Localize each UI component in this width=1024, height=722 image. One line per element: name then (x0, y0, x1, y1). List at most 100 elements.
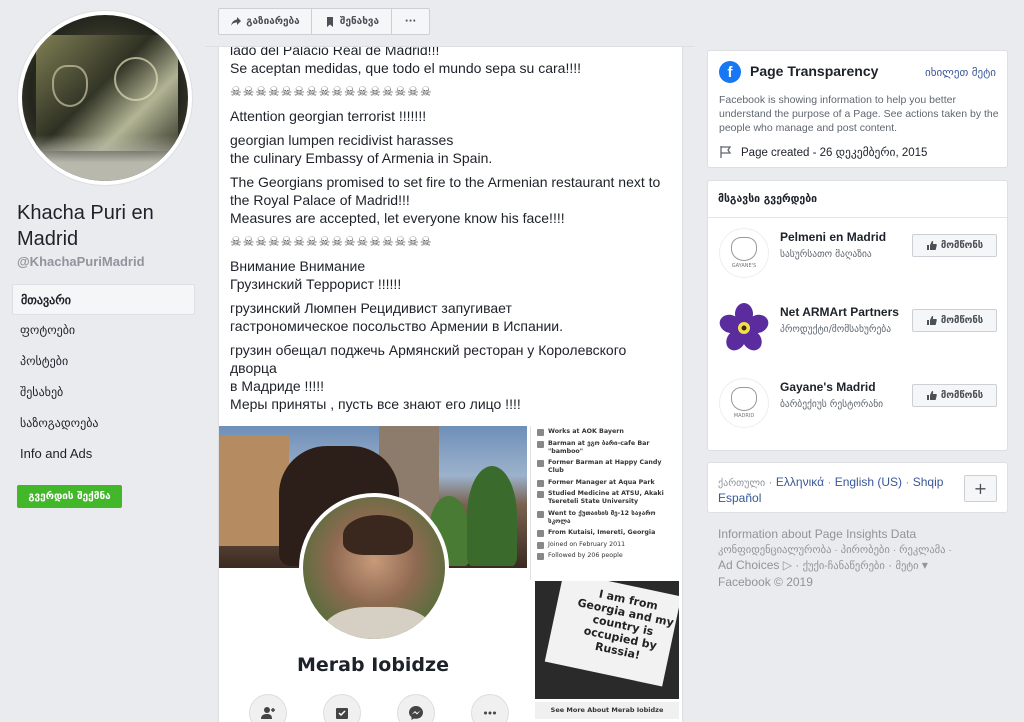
similar-page-name[interactable]: Pelmeni en Madrid (780, 230, 886, 244)
post-line: Attention georgian terrorist !!!!!!! (230, 108, 427, 124)
ad-choices-icon: ▷ (782, 558, 792, 572)
see-more-about-link[interactable]: See More About Merab Iobidze (535, 702, 679, 719)
page-username[interactable]: @KhachaPuriMadrid (17, 254, 145, 269)
work-icon (537, 460, 544, 467)
post-line: Measures are accepted, let everyone know… (230, 210, 565, 226)
post-line: georgian lumpen recidivist harasses (230, 132, 454, 148)
like-button[interactable]: მომწონს (912, 234, 997, 257)
post-photo-profile[interactable]: Merab Iobidze (219, 426, 527, 722)
language-link[interactable]: Shqip (913, 475, 944, 489)
language-link[interactable]: English (US) (835, 475, 902, 489)
info-row: Barman at ეგო ბარი-cafe Bar "bamboo" (537, 440, 679, 456)
similar-page-category: სასურსათო მაღაზია (780, 249, 872, 260)
nav-item-posts[interactable]: პოსტები (12, 346, 195, 377)
see-more-link[interactable]: იხილეთ მეტი (925, 66, 996, 79)
nav-item-photos[interactable]: ფოტოები (12, 315, 195, 346)
info-row: Went to ქუთაისის მე-12 საჯარო სკოლა (537, 510, 679, 526)
like-button[interactable]: მომწონს (912, 384, 997, 407)
ad-choices-link[interactable]: Ad Choices (718, 558, 779, 572)
post-line: the culinary Embassy of Armenia in Spain… (230, 150, 493, 166)
page-profile-picture[interactable] (17, 10, 193, 186)
follow-icon (323, 694, 361, 722)
save-label: შენახვა (339, 16, 380, 27)
language-link[interactable]: Español (718, 491, 761, 505)
nav-item-home[interactable]: მთავარი (12, 284, 195, 315)
thumbs-up-icon (926, 391, 937, 400)
profile-actions (249, 694, 509, 722)
page-title[interactable]: Khacha Puri en Madrid (17, 200, 197, 252)
profile-info-screenshot[interactable]: Works at AOK Bayern Barman at ეგო ბარი-c… (530, 426, 682, 580)
languages-card: ქართული · Ελληνικά · English (US) · Shqi… (707, 462, 1008, 513)
clock-icon (537, 541, 544, 549)
terms-link[interactable]: პირობები (841, 544, 890, 556)
post-line: The Georgians promised to set fire to th… (230, 174, 661, 190)
language-link[interactable]: Ελληνικά (776, 475, 824, 489)
cookies-link[interactable]: ქუქი-ჩანაწერები (803, 560, 885, 572)
post-line: грузинский Люмпен Рецидивист запугивает (230, 300, 512, 316)
info-row: Former Barman at Happy Candy Club (537, 459, 679, 475)
skull-emoji-row: ☠☠☠☠☠☠☠☠☠☠☠☠☠☠☠☠ (230, 234, 433, 249)
messenger-icon (397, 694, 435, 722)
thumbs-up-icon (926, 316, 937, 325)
post-line: в Мадриде !!!!! (230, 378, 325, 394)
more-button[interactable]: ··· (392, 9, 429, 34)
home-icon (537, 530, 544, 537)
education-icon (537, 491, 544, 498)
similar-page-item[interactable]: MADRID Gayane's Madrid ბარბექიუს რესტორა… (719, 378, 1004, 428)
post-line: Внимание Внимание (230, 258, 366, 274)
similar-page-item[interactable]: Net ARMArt Partners პროდუქტი/მომსახურება… (719, 303, 1004, 353)
work-icon (537, 440, 544, 448)
page-transparency-card: f Page Transparency იხილეთ მეტი Facebook… (707, 50, 1008, 168)
nav-item-about[interactable]: შესახებ (12, 377, 195, 408)
language-list: ქართული · Ελληνικά · English (US) · Shqi… (718, 475, 944, 505)
transparency-description: Facebook is showing information to help … (719, 94, 999, 134)
page-logo (719, 303, 769, 353)
more-icon (471, 694, 509, 722)
post-toolbar: გაზიარება შენახვა ··· (218, 8, 430, 35)
page-logo: GAYANE'S (719, 228, 769, 278)
work-icon (537, 429, 544, 436)
nav-item-info-and-ads[interactable]: Info and Ads (12, 439, 195, 470)
post-card: lado del Palacio Real de Madrid!!! Se ace… (218, 47, 683, 722)
thumbs-up-icon (926, 241, 937, 250)
post-line: гастрономическое посольство Армении в Ис… (230, 318, 564, 334)
nav-item-community[interactable]: საზოგადოება (12, 408, 195, 439)
privacy-link[interactable]: კონფიდენციალურობა (718, 544, 831, 556)
advertising-link[interactable]: რეკლამა (899, 544, 945, 556)
forget-me-not-icon (719, 303, 769, 351)
similar-page-name[interactable]: Net ARMArt Partners (780, 305, 899, 319)
share-icon (231, 16, 242, 26)
similar-page-category: ბარბექიუს რესტორანი (780, 399, 884, 410)
current-language: ქართული (718, 478, 766, 489)
add-friend-icon (249, 694, 287, 722)
info-row: Former Manager at Aqua Park (537, 479, 679, 487)
info-row: From Kutaisi, Imereti, Georgia (537, 529, 679, 537)
insights-data-link[interactable]: Information about Page Insights Data (718, 527, 1008, 543)
info-row: Followed by 206 people (537, 552, 679, 560)
share-button[interactable]: გაზიარება (219, 9, 312, 34)
like-button[interactable]: მომწონს (912, 309, 997, 332)
more-link[interactable]: მეტი (895, 560, 918, 572)
page-created-row: Page created - 26 დეკემბერი, 2015 (719, 145, 927, 159)
similar-page-item[interactable]: GAYANE'S Pelmeni en Madrid სასურსათო მაღ… (719, 228, 1004, 278)
similar-page-category: პროდუქტი/მომსახურება (780, 324, 892, 335)
page-footer: Information about Page Insights Data კონ… (718, 527, 1008, 590)
protest-sign-photo[interactable]: I am from Georgia and my country is occu… (535, 581, 679, 699)
similar-page-name[interactable]: Gayane's Madrid (780, 380, 876, 394)
save-button[interactable]: შენახვა (312, 9, 392, 34)
skull-emoji-row: ☠☠☠☠☠☠☠☠☠☠☠☠☠☠☠☠ (230, 84, 433, 99)
similar-pages-card: მსგავსი გვერდები GAYANE'S Pelmeni en Mad… (707, 180, 1008, 451)
copyright: Facebook © 2019 (718, 574, 813, 589)
info-row: Works at AOK Bayern (537, 428, 679, 436)
add-language-button[interactable]: + (964, 475, 997, 502)
similar-pages-title: მსგავსი გვერდები (718, 193, 818, 205)
crest-icon (731, 387, 757, 411)
share-label: გაზიარება (246, 16, 300, 27)
info-row: Joined on February 2011 (537, 541, 679, 549)
page-transparency-title: Page Transparency (750, 63, 879, 79)
post-message: lado del Palacio Real de Madrid!!! Se ace… (230, 47, 675, 419)
more-icon: ··· (404, 16, 417, 27)
create-page-button[interactable]: გვერდის შექმნა (17, 485, 122, 508)
profile-image (22, 15, 188, 181)
post-line: Грузинский Террорист !!!!!! (230, 276, 402, 292)
